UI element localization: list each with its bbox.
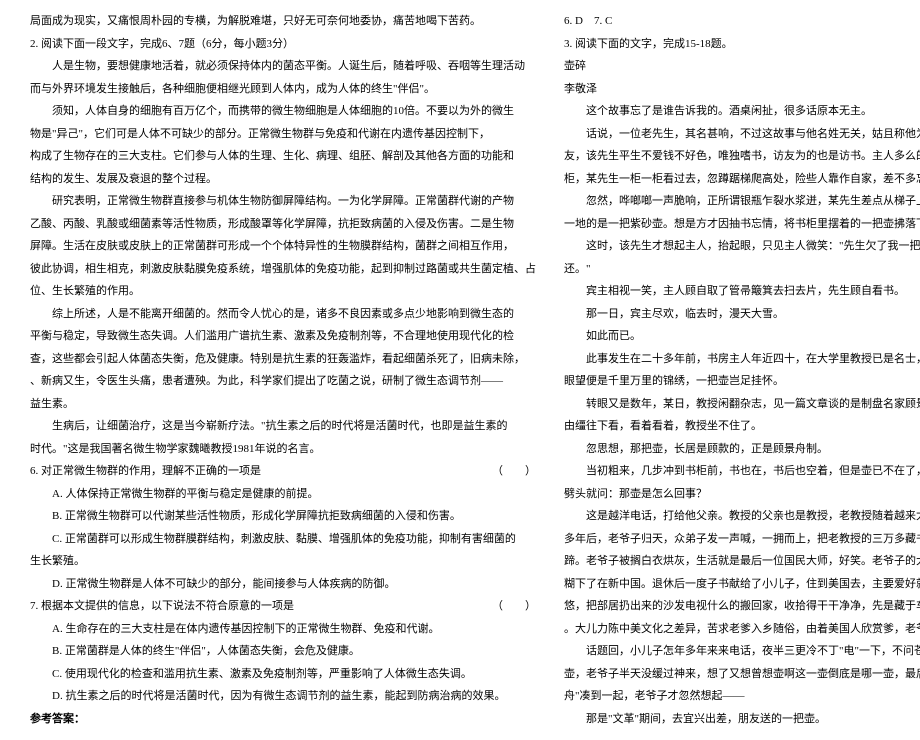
text-line: 构成了生物存在的三大支柱。它们参与人体的生理、生化、病理、组胚、解剖及其他各方面…	[30, 145, 536, 168]
text-line: 壶，老爷子半天没缓过神来，想了又想曾想壶啊这一壶倒底是哪一壶，最后把"紫砂""宜…	[564, 663, 920, 686]
answer-text: 6. D 7. C	[564, 10, 920, 33]
right-column: 6. D 7. C 3. 阅读下面的文字，完成15-18题。 壶碎 李敬泽 这个…	[564, 10, 920, 730]
option-d: D. 正常微生物群是人体不可缺少的部分，能间接参与人体疾病的防御。	[30, 573, 536, 596]
text-line: 还。"	[564, 258, 920, 281]
answer-label: 参考答案：	[30, 708, 536, 731]
text-line: 这是越洋电话，打给他父亲。教授的父亲也是教授，老教授随着越来太太在美国的大儿子家…	[564, 505, 920, 528]
option-c: C. 正常菌群可以形成生物群膜群结构，刺激皮肤、黏膜、增强肌体的免疫功能，抑制有…	[30, 528, 536, 551]
text-line: 舟"凑到一起，老爷子才忽然想起——	[564, 685, 920, 708]
text-line: 话说，一位老先生，其名甚响，不过这故事与他名姓无关，姑且称他为某先生。某日，某先…	[564, 123, 920, 146]
text-line: 这时，该先生才想起主人，抬起眼，只见主人微笑："先生欠了我一把壶，日后要拿一瓶好…	[564, 235, 920, 258]
text-line: 如此而已。	[564, 325, 920, 348]
q7-blank: （ ）	[492, 595, 536, 618]
text-line: 综上所述，人是不能离开细菌的。然而令人忧心的是，诸多不良因素或多点少地影响到微生…	[30, 303, 536, 326]
option-a: A. 生命存在的三大支柱是在体内遗传基因控制下的正常微生物群、免疫和代谢。	[30, 618, 536, 641]
text-line: 此事发生在二十多年前，书房主人年近四十，在大学里教授已是名士，嗜傲江湖、踏花舞碎…	[564, 348, 920, 371]
q6-text: 6. 对正常微生物群的作用，理解不正确的一项是	[30, 460, 261, 483]
text-line: 、新病又生，令医生头痛，患者遭殃。为此，科学家们提出了吃菌之说，研制了微生态调节…	[30, 370, 536, 393]
text-line: 忽然，哗啷啷一声脆响，正所谓银瓶乍裂水浆迸，某先生差点从梯子上掉下来。定睛看时，…	[564, 190, 920, 213]
text-line: 人是生物，要想健康地活着，就必须保持体内的菌态平衡。人诞生后，随着呼吸、吞咽等生…	[30, 55, 536, 78]
text-line: 转眼又是数年，某日，教授闲翻杂志，见一篇文章谈的是制盘名家顾景舟，也是一时无聊，…	[564, 393, 920, 416]
text-line: 忽思想，那把壶，长居是顾款的，正是顾景舟制。	[564, 438, 920, 461]
text-line: 由缰往下看，看着看着，教授坐不住了。	[564, 415, 920, 438]
option-c-cont: 生长繁殖。	[30, 550, 536, 573]
text-line: 屏障。生活在皮肤或皮肤上的正常菌群可形成一个个体特异性的生物膜群结构，菌群之间相…	[30, 235, 536, 258]
option-b: B. 正常菌群是人体的终生"伴侣"，人体菌态失衡，会危及健康。	[30, 640, 536, 663]
text-line: 一地的是一把紫砂壶。想是方才因抽书忘情，将书柜里摆着的一把壶拂落下去。	[564, 213, 920, 236]
text-line: 乙酸、丙酸、乳酸或细菌素等活性物质，形成酸罩等化学屏障，抗拒致病菌的入侵及伤害。…	[30, 213, 536, 236]
document-page: 局面成为现实，又痛恨周朴园的专横，为解脱难堪，只好无可奈何地委协，痛苦地喝下苦药…	[0, 0, 920, 740]
text-line: 眼望便是千里万里的锦绣，一把壶岂足挂怀。	[564, 370, 920, 393]
text-line: 时代。"这是我国著名微生物学家魏曦教授1981年说的名言。	[30, 438, 536, 461]
text-line: 这个故事忘了是谁告诉我的。酒桌闲扯，很多话原本无主。	[564, 100, 920, 123]
text-line: 宾主相视一笑，主人顾自取了管帚簸箕去扫去片，先生顾自看书。	[564, 280, 920, 303]
text-line: 研究表明，正常微生物群直接参与机体生物防御屏障结构。一为化学屏障。正常菌群代谢的…	[30, 190, 536, 213]
option-d: D. 抗生素之后的时代将是活菌时代，因为有微生态调节剂的益生素，能起到防病治病的…	[30, 685, 536, 708]
text-line: 结构的发生、发展及衰退的整个过程。	[30, 168, 536, 191]
text-line: 话题回，小儿子怎年多年来来电话，夜半三更冷不丁"电"一下，不问苍生问孤碑不问爹妈…	[564, 640, 920, 663]
text-line: 而与外界环境发生接触后，各种细胞便相继光顾到人体内，成为人体的终生"伴侣"。	[30, 78, 536, 101]
text-line: 物是"异己"，它们可是人体不可缺少的部分。正常微生物群与免疫和代谢在内遗传基因控…	[30, 123, 536, 146]
text-line: 劈头就问：那壶是怎么回事？	[564, 483, 920, 506]
text-line: 多年后，老爷子归天，众弟子发一声喊，一拥而上，把老教授的三万多藏书、回忆文化塞卷…	[564, 528, 920, 551]
question-6: 6. 对正常微生物群的作用，理解不正确的一项是 （ ）	[30, 460, 536, 483]
option-b: B. 正常微生物群可以代谢某些活性物质，形成化学屏障抗拒致病细菌的入侵和伤害。	[30, 505, 536, 528]
text-line: 平衡与稳定，导致微生态失调。人们滥用广谱抗生素、激素及免疫制剂等，不合理地使用现…	[30, 325, 536, 348]
question-2-heading: 2. 阅读下面一段文字，完成6、7题（6分，每小题3分）	[30, 33, 536, 56]
author: 李敬泽	[564, 78, 920, 101]
title: 壶碎	[564, 55, 920, 78]
text-line: 生病后，让细菌治疗，这是当今崭新疗法。"抗生素之后的时代将是活菌时代，也即是益生…	[30, 415, 536, 438]
option-c: C. 使用现代化的检查和滥用抗生素、激素及免疫制剂等，严重影响了人体微生态失调。	[30, 663, 536, 686]
text-line: 那一日，宾主尽欢，临去时，漫天大雪。	[564, 303, 920, 326]
text-line: 。大儿力陈中美文化之差异，苦求老爹入乡随俗，由着美国人欣赏爹，老爷子只是不听耳朵…	[564, 618, 920, 641]
text-line: 位、生长繁殖的作用。	[30, 280, 536, 303]
text-line: 益生素。	[30, 393, 536, 416]
text-line: 柜，某先生一柜一柜看过去，忽蹲踞梯爬高处，险些人靠作自家，差不多忘了还有主人在。	[564, 168, 920, 191]
text-line: 须知，人体自身的细胞有百万亿个，而携带的微生物细胞是人体细胞的10倍。不要以为外…	[30, 100, 536, 123]
option-a: A. 人体保持正常微生物群的平衡与稳定是健康的前提。	[30, 483, 536, 506]
text-line: 悠，把部居扔出来的沙发电视什么的搬回家，收拾得干干净净，先是藏于车库，渐渐蹲"登…	[564, 595, 920, 618]
text-line: 当初粗来，几步冲到书柜前，书也在，书后也空着，但是壶已不在了，教授想了想，拿起电…	[564, 460, 920, 483]
text-line: 查，这些都会引起人体菌态失衡，危及健康。特别是抗生素的狂轰滥炸，看起细菌杀死了，…	[30, 348, 536, 371]
q6-blank: （ ）	[492, 460, 536, 483]
text-line: 蹄。老爷子被搁白衣烘灰，生活就是最后一位国民大师，好笑。老爷子的大学只在民国上了…	[564, 550, 920, 573]
q7-text: 7. 根据本文提供的信息，以下说法不符合原意的一项是	[30, 595, 294, 618]
text-line: 彼此协调，相生相克，刺激皮肤黏膜免疫系统，增强肌体的免疫功能，起到抑制过路菌或共…	[30, 258, 536, 281]
left-column: 局面成为现实，又痛恨周朴园的专横，为解脱难堪，只好无可奈何地委协，痛苦地喝下苦药…	[30, 10, 536, 730]
question-3-heading: 3. 阅读下面的文字，完成15-18题。	[564, 33, 920, 56]
text-line: 友，该先生平生不爱钱不好色，唯独嗜书，访友为的也是访书。主人多么的客，差的正是书…	[564, 145, 920, 168]
question-7: 7. 根据本文提供的信息，以下说法不符合原意的一项是 （ ）	[30, 595, 536, 618]
text-line: 那是"文革"期间，去宜兴出差，朋友送的一把壶。	[564, 708, 920, 731]
text-line: 糊下了在新中国。退休后一度子书献给了小儿子，住到美国去，主要爱好就是推个小车子在…	[564, 573, 920, 596]
text-line: 局面成为现实，又痛恨周朴园的专横，为解脱难堪，只好无可奈何地委协，痛苦地喝下苦药…	[30, 10, 536, 33]
